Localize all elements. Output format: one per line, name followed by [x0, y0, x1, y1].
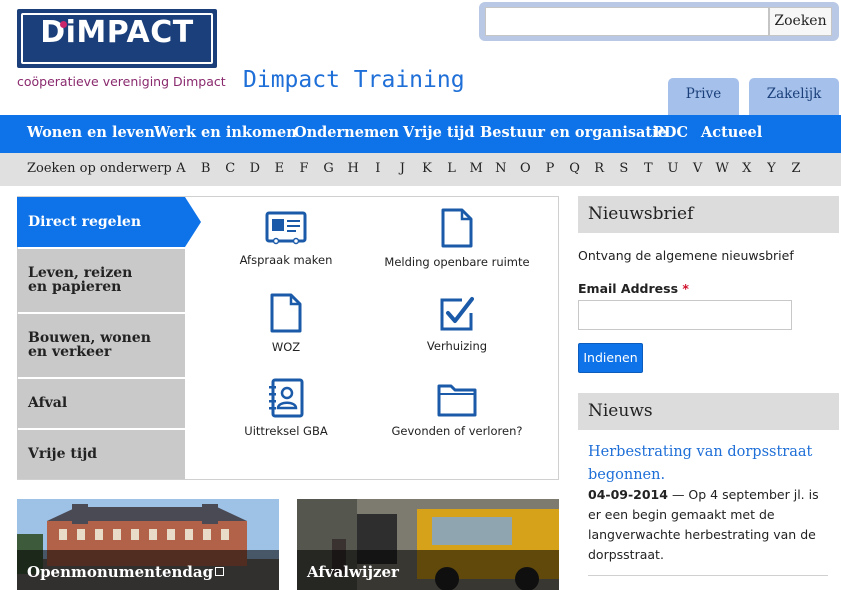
alphabet-letter-i[interactable]: I — [371, 161, 385, 176]
news-item-date: 04-09-2014 — [588, 487, 668, 502]
checkbox-icon — [440, 297, 474, 331]
service-gevonden-of-verloren[interactable]: Gevonden of verloren? — [377, 380, 537, 438]
document-icon — [270, 293, 302, 333]
tab-prive[interactable]: Prive — [668, 78, 739, 115]
submit-button[interactable]: Indienen — [578, 343, 643, 373]
nav-item-werk-en-inkomen[interactable]: Werk en inkomen — [154, 124, 297, 141]
nav-item-wonen-en-leven[interactable]: Wonen en leven — [27, 124, 155, 141]
promo-label: Openmonumentendag — [27, 563, 225, 581]
alphabet-letter-j[interactable]: J — [395, 161, 409, 176]
site-title[interactable]: Dimpact Training — [243, 67, 465, 93]
promo-label: Afvalwijzer — [307, 563, 399, 581]
id-card-icon — [265, 211, 307, 245]
nav-item-ondernemen[interactable]: Ondernemen — [294, 124, 399, 141]
promo-caption: Openmonumentendag — [17, 550, 279, 590]
logo-dot — [60, 21, 67, 28]
left-tab-bouwen-wonen-verkeer[interactable]: Bouwen, wonen en verkeer — [17, 314, 185, 377]
logo-wordmark: DiMPACT — [40, 15, 194, 50]
service-verhuizing[interactable]: Verhuizing — [377, 295, 537, 353]
alphabet-letter-t[interactable]: T — [641, 161, 655, 176]
dimpact-logo[interactable]: DiMPACT — [17, 9, 217, 68]
service-label: Melding openbare ruimte — [384, 255, 530, 269]
alphabet-letter-z[interactable]: Z — [789, 161, 803, 176]
external-link-icon — [215, 567, 225, 576]
service-melding-openbare-ruimte[interactable]: Melding openbare ruimte — [377, 207, 537, 269]
alphabet-letter-k[interactable]: K — [420, 161, 434, 176]
service-label: Afspraak maken — [239, 253, 333, 267]
nav-item-vrije-tijd[interactable]: Vrije tijd — [403, 124, 475, 141]
service-woz[interactable]: WOZ — [206, 292, 366, 354]
newsletter-description: Ontvang de algemene nieuwsbrief — [578, 248, 794, 263]
tab-zakelijk[interactable]: Zakelijk — [749, 78, 839, 115]
main-navigation: Wonen en leven Werk en inkomen Onderneme… — [0, 115, 841, 153]
required-marker: * — [682, 281, 689, 296]
folder-icon — [437, 384, 477, 417]
alphabet-letter-h[interactable]: H — [346, 161, 360, 176]
alphabet-letter-u[interactable]: U — [666, 161, 680, 176]
alphabet-letter-c[interactable]: C — [223, 161, 237, 176]
nav-item-bestuur-en-organisatie[interactable]: Bestuur en organisatie — [480, 124, 667, 141]
alphabet-letter-r[interactable]: R — [592, 161, 606, 176]
alphabet-letter-p[interactable]: P — [543, 161, 557, 176]
alphabet-letter-l[interactable]: L — [445, 161, 459, 176]
promo-label-text: Openmonumentendag — [27, 563, 214, 581]
left-tab-leven-reizen-papieren[interactable]: Leven, reizen en papieren — [17, 249, 185, 312]
promo-afvalwijzer[interactable]: Afvalwijzer — [297, 499, 559, 590]
news-divider — [588, 575, 828, 576]
alphabet-letter-b[interactable]: B — [199, 161, 213, 176]
alphabet-letter-x[interactable]: X — [740, 161, 754, 176]
left-tab-vrije-tijd[interactable]: Vrije tijd — [17, 430, 185, 479]
alphabet-letter-n[interactable]: N — [494, 161, 508, 176]
alphabet-letter-y[interactable]: Y — [764, 161, 778, 176]
left-tab-afval[interactable]: Afval — [17, 379, 185, 428]
news-separator: — — [667, 487, 689, 502]
promo-caption: Afvalwijzer — [297, 550, 559, 590]
alphabet-letter-m[interactable]: M — [469, 161, 483, 176]
left-tab-direct-regelen[interactable]: Direct regelen — [17, 197, 185, 247]
service-afspraak-maken[interactable]: Afspraak maken — [206, 211, 366, 267]
nav-item-actueel[interactable]: Actueel — [701, 124, 762, 141]
search-button[interactable]: Zoeken — [769, 7, 832, 36]
logo-subtitle: coöperatieve vereniging Dimpact — [17, 74, 226, 89]
newsletter-heading: Nieuwsbrief — [578, 196, 839, 233]
service-label: Gevonden of verloren? — [391, 424, 523, 438]
active-tab-arrow — [185, 197, 201, 247]
email-field[interactable] — [578, 300, 792, 330]
alphabet-bar: Zoeken op onderwerp ABCDEFGHIJKLMNOPQRST… — [0, 153, 841, 186]
promo-openmonumentendag[interactable]: Openmonumentendag — [17, 499, 279, 590]
alphabet-letter-f[interactable]: F — [297, 161, 311, 176]
alphabet-letter-e[interactable]: E — [272, 161, 286, 176]
news-item-title[interactable]: Herbestrating van dorpsstraat begonnen. — [588, 441, 828, 487]
alphabet-letter-q[interactable]: Q — [568, 161, 582, 176]
alphabet-letter-a[interactable]: A — [174, 161, 188, 176]
address-book-icon — [269, 378, 304, 418]
email-label: Email Address * — [578, 281, 689, 296]
service-label: Verhuizing — [426, 339, 488, 353]
alphabet-letter-w[interactable]: W — [715, 161, 729, 176]
search-bar: Zoeken — [479, 2, 839, 41]
service-label: Uittreksel GBA — [244, 424, 328, 438]
email-label-text: Email Address — [578, 281, 679, 296]
alphabet-letter-v[interactable]: V — [691, 161, 705, 176]
nav-item-pdc[interactable]: PDC — [653, 124, 688, 141]
service-label: WOZ — [271, 340, 301, 354]
alphabet-letter-g[interactable]: G — [322, 161, 336, 176]
alphabet-letter-s[interactable]: S — [617, 161, 631, 176]
news-item-body: 04-09-2014 — Op 4 september jl. is er ee… — [588, 485, 828, 565]
news-heading: Nieuws — [578, 393, 839, 430]
alphabet-label: Zoeken op onderwerp — [27, 161, 172, 176]
alphabet-letter-o[interactable]: O — [518, 161, 532, 176]
alphabet-letter-d[interactable]: D — [248, 161, 262, 176]
service-uittreksel-gba[interactable]: Uittreksel GBA — [206, 378, 366, 438]
document-icon — [441, 208, 473, 248]
search-input[interactable] — [485, 7, 769, 36]
